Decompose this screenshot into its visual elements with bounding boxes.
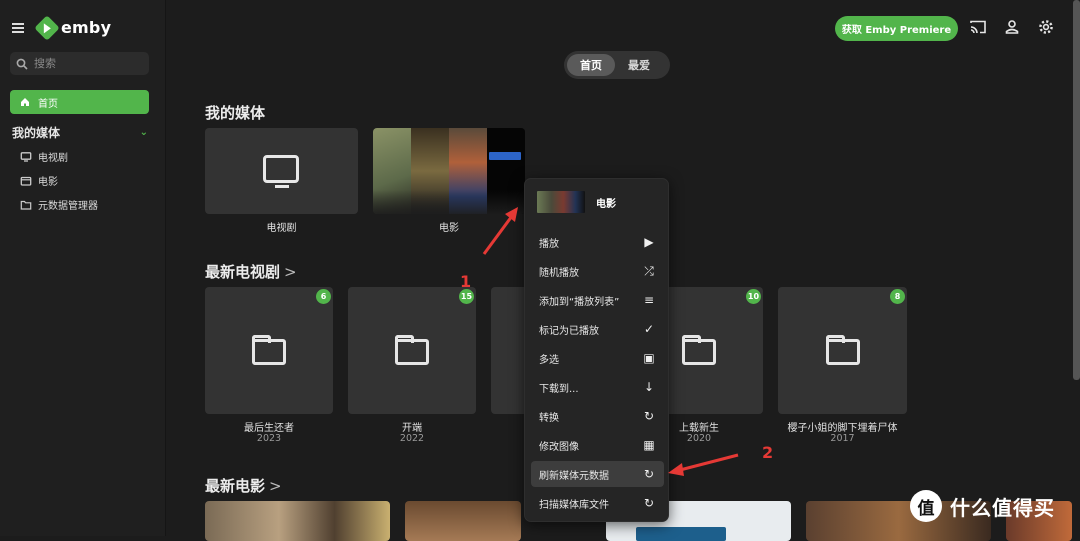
annotation-step-1: 1 <box>460 272 472 291</box>
watermark-logo: 值 <box>910 490 942 522</box>
watermark: 值 什么值得买 <box>910 490 1055 522</box>
annotation-arrows <box>482 207 739 476</box>
annotation-step-2: 2 <box>762 443 774 462</box>
watermark-text: 什么值得买 <box>950 495 1055 520</box>
page-scrollbar[interactable] <box>1073 0 1080 380</box>
